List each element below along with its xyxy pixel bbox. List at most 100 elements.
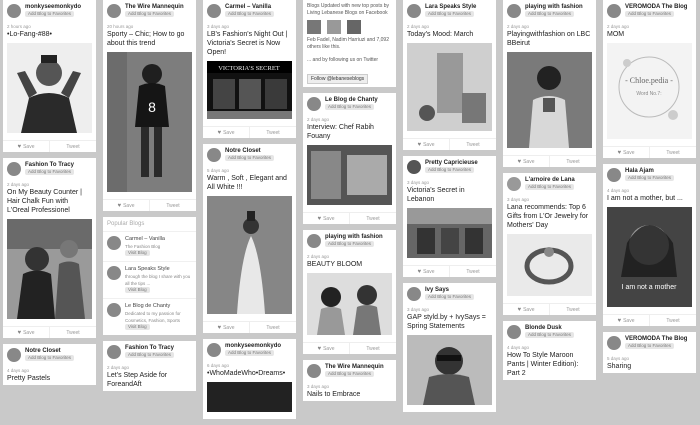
post-title[interactable]: Sporty – Chic; How to go about this tren…	[103, 29, 196, 50]
save-button[interactable]: ♥ Save	[303, 343, 350, 354]
tweet-button[interactable]: Tweet	[50, 327, 96, 338]
author-name[interactable]: monkyseemonkydo	[25, 4, 81, 11]
avatar[interactable]	[307, 97, 321, 111]
author-name[interactable]: Notre Closet	[25, 348, 74, 355]
post-card[interactable]: L'arnoire de Lana Add Blog to Favorites …	[503, 173, 596, 315]
avatar[interactable]	[207, 4, 221, 18]
tweet-button[interactable]: Tweet	[50, 141, 96, 152]
avatar[interactable]	[607, 336, 621, 350]
avatar[interactable]	[7, 348, 21, 362]
avatar[interactable]	[507, 4, 521, 18]
add-favorite-button[interactable]: Add Blog to Favorites	[225, 155, 275, 161]
avatar[interactable]	[407, 287, 421, 301]
visit-blog-button[interactable]: Visit Blog	[125, 287, 150, 293]
post-image[interactable]	[7, 219, 92, 319]
post-title[interactable]: GAP styld.by + IvySays = Spring Statemen…	[403, 312, 496, 333]
post-title[interactable]: Let's Step Aside for ForeandAft	[103, 370, 196, 391]
post-image[interactable]	[207, 196, 292, 314]
avatar[interactable]	[307, 234, 321, 248]
post-card[interactable]: Notre Closet Add Blog to Favorites 4 day…	[3, 344, 96, 385]
tweet-button[interactable]: Tweet	[650, 147, 696, 158]
post-title[interactable]: •Lo-Fang-#88•	[3, 29, 96, 41]
avatar[interactable]	[607, 4, 621, 18]
post-title[interactable]: Warm , Soft , Elegant and All White !!!	[203, 173, 296, 194]
lightning-icon[interactable]	[407, 160, 421, 174]
add-favorite-button[interactable]: Add Blog to Favorites	[325, 241, 375, 247]
post-image[interactable]	[507, 52, 592, 148]
post-image[interactable]	[407, 335, 492, 405]
author-name[interactable]: playing with fashion	[525, 4, 583, 11]
post-card[interactable]: The Wire Mannequin Add Blog to Favorites…	[303, 360, 396, 401]
post-image[interactable]	[507, 234, 592, 296]
author-name[interactable]: Ivy Says	[425, 287, 474, 294]
add-favorite-button[interactable]: Add Blog to Favorites	[25, 11, 75, 17]
post-image[interactable]: I am not a mother	[607, 207, 692, 307]
add-favorite-button[interactable]: Add Blog to Favorites	[525, 11, 575, 17]
save-button[interactable]: ♥ Save	[203, 322, 250, 333]
tweet-button[interactable]: Tweet	[350, 213, 396, 224]
author-name[interactable]: Notre Closet	[225, 148, 274, 155]
author-name[interactable]: The Wire Mannequin	[125, 4, 184, 11]
tweet-button[interactable]: Tweet	[250, 322, 296, 333]
post-card[interactable]: monkyseemonkydo Add Blog to Favorites 2 …	[3, 0, 96, 152]
save-button[interactable]: ♥ Save	[303, 213, 350, 224]
save-button[interactable]: ♥ Save	[603, 315, 650, 326]
post-card[interactable]: Le Blog de Chanty Add Blog to Favorites …	[303, 93, 396, 224]
post-card[interactable]: Ivy Says Add Blog to Favorites 3 days ag…	[403, 283, 496, 412]
post-card[interactable]: Lara Speaks Style Add Blog to Favorites …	[403, 0, 496, 150]
post-card[interactable]: Notre Closet Add Blog to Favorites 5 day…	[203, 144, 296, 333]
tweet-button[interactable]: Tweet	[650, 315, 696, 326]
avatar[interactable]	[507, 325, 521, 339]
post-card[interactable]: playing with fashion Add Blog to Favorit…	[303, 230, 396, 354]
post-card[interactable]: playing with fashion Add Blog to Favorit…	[503, 0, 596, 167]
author-name[interactable]: Le Blog de Chanty	[325, 97, 378, 104]
author-name[interactable]: Lara Speaks Style	[425, 4, 476, 11]
add-favorite-button[interactable]: Add Blog to Favorites	[125, 352, 175, 358]
author-name[interactable]: Fashion To Tracy	[25, 162, 74, 169]
blog-name[interactable]: Le Blog de Chanty	[125, 303, 192, 310]
post-card[interactable]: VEROMODA The Blog Add Blog to Favorites …	[603, 332, 696, 373]
author-name[interactable]: Carmel – Vanilla	[225, 4, 274, 11]
add-favorite-button[interactable]: Add Blog to Favorites	[325, 371, 375, 377]
post-card[interactable]: The Wire Mannequin Add Blog to Favorites…	[103, 0, 196, 211]
post-card[interactable]: Hala Ajam Add Blog to Favorites 4 days a…	[603, 164, 696, 326]
author-name[interactable]: VEROMODA The Blog	[625, 336, 687, 343]
avatar[interactable]	[107, 4, 121, 18]
tweet-button[interactable]: Tweet	[450, 266, 496, 277]
blog-name[interactable]: Lara Speaks Style	[125, 266, 192, 273]
save-button[interactable]: ♥ Save	[403, 266, 450, 277]
post-image[interactable]	[207, 382, 292, 412]
add-favorite-button[interactable]: Add Blog to Favorites	[625, 11, 675, 17]
tweet-button[interactable]: Tweet	[450, 139, 496, 150]
add-favorite-button[interactable]: Add Blog to Favorites	[625, 175, 675, 181]
post-title[interactable]: LB's Fashion's Night Out | Victoria's Se…	[203, 29, 296, 59]
add-favorite-button[interactable]: Add Blog to Favorites	[25, 169, 75, 175]
post-title[interactable]: Today's Mood: March	[403, 29, 496, 41]
post-title[interactable]: •WhoMadeWho•Dreams•	[203, 368, 296, 380]
save-button[interactable]: ♥ Save	[503, 156, 550, 167]
post-title[interactable]: On My Beauty Counter | Hair Chalk Fun wi…	[3, 187, 96, 217]
post-title[interactable]: How To Style Maroon Pants | Winter Editi…	[503, 350, 596, 380]
avatar[interactable]	[347, 20, 361, 34]
author-name[interactable]: Hala Ajam	[625, 168, 674, 175]
post-title[interactable]: Pretty Pastels	[3, 373, 96, 385]
add-favorite-button[interactable]: Add Blog to Favorites	[325, 104, 375, 110]
post-title[interactable]: MOM	[603, 29, 696, 41]
avatar[interactable]	[307, 20, 321, 34]
save-button[interactable]: ♥ Save	[503, 304, 550, 315]
author-name[interactable]: The Wire Mannequin	[325, 364, 384, 371]
popular-blog-item[interactable]: Le Blog de Chanty Dedicated to my passion…	[103, 298, 196, 335]
post-title[interactable]: Lana recommends: Top 6 Gifts from L'Or J…	[503, 202, 596, 232]
avatar[interactable]	[327, 20, 341, 34]
add-favorite-button[interactable]: Add Blog to Favorites	[525, 184, 575, 190]
twitter-follow-button[interactable]: Follow @lebaneseblogs	[307, 74, 369, 84]
post-title[interactable]: BEAUTY BLOOM	[303, 259, 396, 271]
author-name[interactable]: Fashion To Tracy	[125, 345, 174, 352]
avatar[interactable]	[207, 148, 221, 162]
save-button[interactable]: ♥ Save	[3, 141, 50, 152]
save-button[interactable]: ♥ Save	[403, 139, 450, 150]
visit-blog-button[interactable]: Visit Blog	[125, 250, 150, 256]
add-favorite-button[interactable]: Add Blog to Favorites	[225, 350, 275, 356]
post-title[interactable]: Sharing	[603, 361, 696, 373]
ring-icon[interactable]	[507, 177, 521, 191]
